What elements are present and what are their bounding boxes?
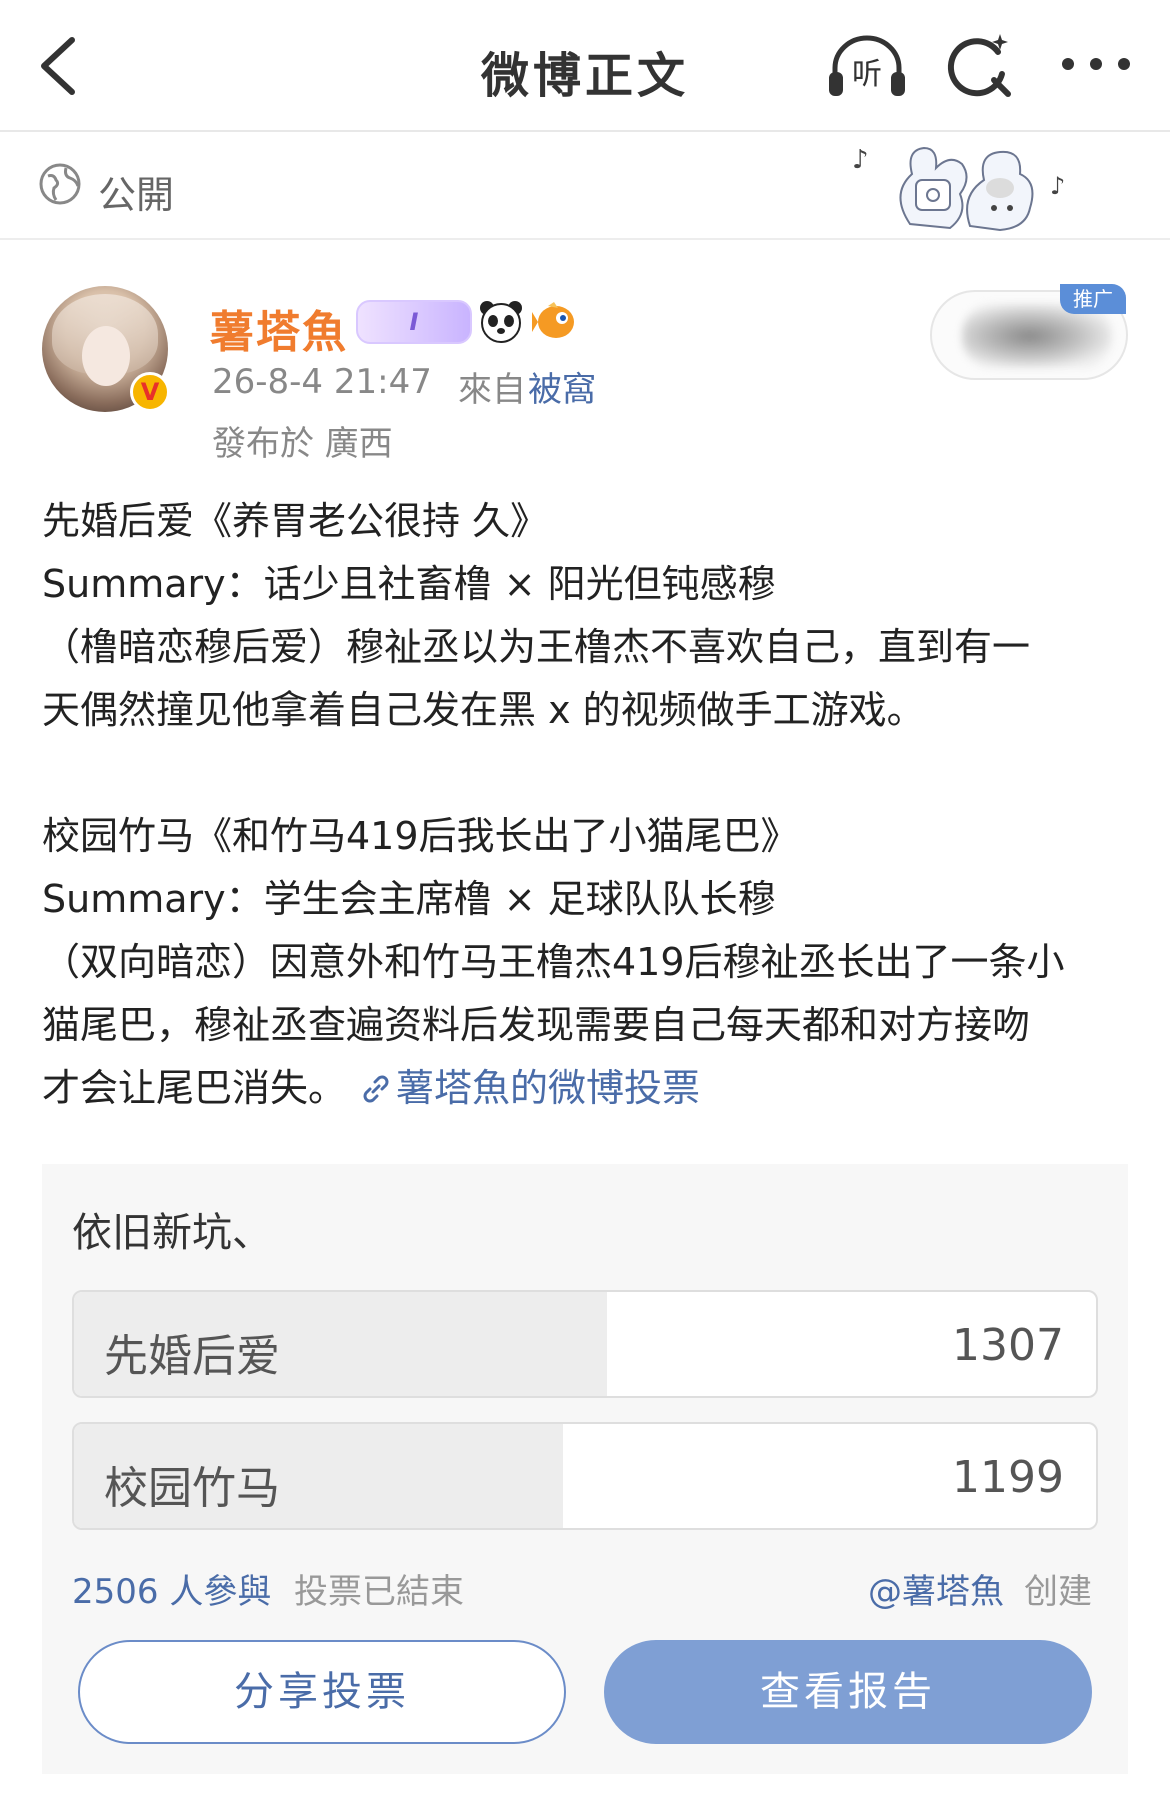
poll-creator-link[interactable]: @薯塔魚	[868, 1564, 1004, 1613]
post-line: Summary：话少且社畜橹 × 阳光但钝感穆	[42, 562, 776, 606]
music-bunny-sticker-icon: ♪ ♪	[850, 134, 1070, 238]
vote-link[interactable]: 薯塔魚的微博投票	[360, 1066, 700, 1110]
level-badge[interactable]: I	[356, 300, 472, 344]
post-line: 校园竹马《和竹马419后我长出了小猫尾巴》	[42, 814, 799, 858]
post-last-line: 才会让尾巴消失。 薯塔魚的微博投票	[42, 1057, 1132, 1120]
globe-icon	[38, 162, 82, 206]
author-name[interactable]: 薯塔魚	[210, 296, 348, 360]
fish-badge-icon[interactable]	[532, 300, 578, 342]
post-line: 先婚后爱《养胃老公很持 久》	[42, 499, 549, 543]
poll-option-count: 1307	[952, 1320, 1064, 1371]
post-location: 發布於 廣西	[212, 424, 393, 464]
post-source-link[interactable]: 被窩	[528, 362, 596, 411]
poll-title: 依旧新坑、	[72, 1210, 272, 1256]
poll-participants[interactable]: 2506 人參與	[72, 1564, 271, 1613]
vote-link-label: 薯塔魚的微博投票	[396, 1066, 701, 1110]
poll-option[interactable]: 先婚后爱 1307	[72, 1290, 1098, 1398]
post-source-prefix: 來自	[458, 370, 526, 410]
post-line: Summary：学生会主席橹 × 足球队队长穆	[42, 877, 776, 921]
svg-text:♪: ♪	[852, 145, 869, 175]
avatar-face	[82, 326, 130, 386]
panda-badge-icon[interactable]	[478, 298, 524, 344]
poll-created-label: 创建	[1024, 1572, 1092, 1612]
poll-option-label: 先婚后爱	[104, 1331, 280, 1382]
post-line: （双向暗恋）因意外和竹马王橹杰419后穆祉丞长出了一条小	[42, 940, 1065, 984]
listen-headphones-icon[interactable]: 听	[825, 34, 909, 98]
post-line: （橹暗恋穆后爱）穆祉丞以为王橹杰不喜欢自己，直到有一	[42, 625, 1031, 669]
view-report-button[interactable]: 查看报告	[604, 1640, 1092, 1744]
share-poll-button[interactable]: 分享投票	[78, 1640, 566, 1744]
post-line: 才会让尾巴消失。	[42, 1066, 347, 1110]
post-body: 先婚后爱《养胃老公很持 久》 Summary：话少且社畜橹 × 阳光但钝感穆 （…	[42, 490, 1132, 1120]
verified-badge-icon: V	[130, 372, 170, 412]
poll-option-label: 校园竹马	[104, 1463, 280, 1514]
search-icon[interactable]	[946, 30, 1016, 100]
svg-text:♪: ♪	[1050, 172, 1065, 200]
listen-label: 听	[852, 57, 882, 92]
post-line: 猫尾巴，穆祉丞查遍资料后发现需要自己每天都和对方接吻	[42, 1003, 1031, 1047]
promo-tag: 推广	[1060, 284, 1126, 314]
post-time: 26-8-4 21:47	[212, 362, 432, 402]
poll-status: 投票已結束	[294, 1572, 464, 1612]
poll-option[interactable]: 校园竹马 1199	[72, 1422, 1098, 1530]
visibility-label: 公開	[98, 173, 175, 217]
more-options-icon[interactable]	[1058, 44, 1134, 84]
poll-option-count: 1199	[952, 1452, 1064, 1503]
top-nav-bar: 微博正文 听	[0, 0, 1170, 132]
link-icon	[363, 1075, 389, 1103]
post-line: 天偶然撞见他拿着自己发在黑 x 的视频做手工游戏。	[42, 688, 925, 732]
